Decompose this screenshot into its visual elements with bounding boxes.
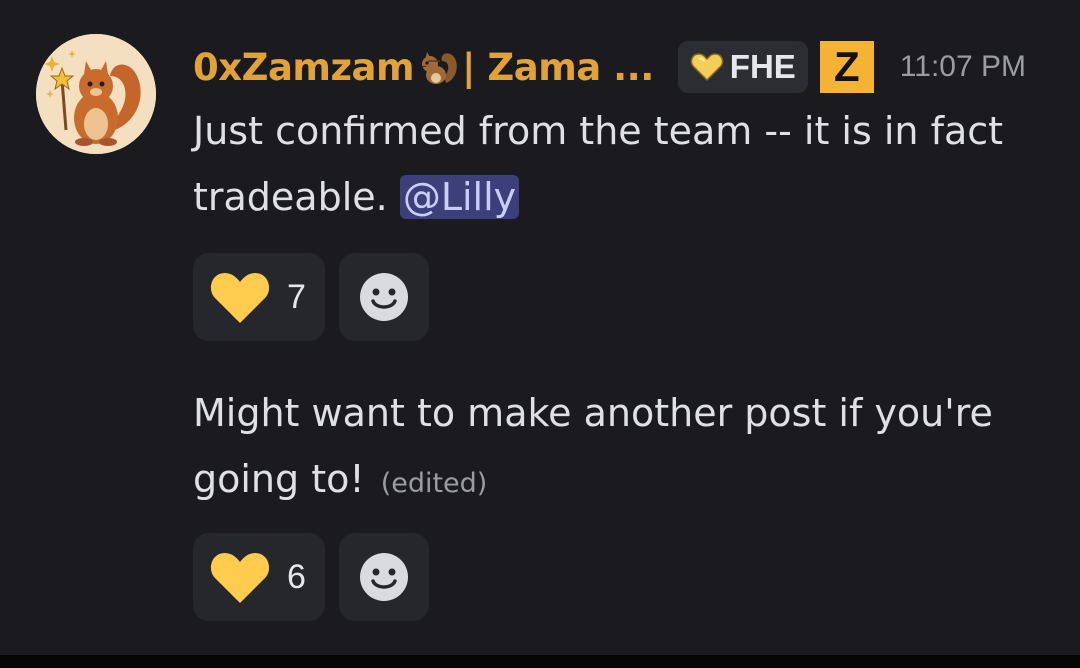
user-avatar[interactable]: [36, 34, 156, 154]
user-mention[interactable]: @Lilly: [399, 175, 520, 219]
message-text: Might want to make another post if you'r…: [193, 391, 993, 501]
message-content-2: Might want to make another post if you'r…: [193, 380, 1023, 517]
username[interactable]: 0xZamzam | Zama ...: [193, 46, 654, 89]
username-suffix: | Zama ...: [462, 45, 654, 89]
message-header: 0xZamzam | Zama ... FHE Z 11:07 PM: [193, 40, 1026, 94]
yellow-heart-icon: [210, 553, 270, 603]
reaction-bar-1: 7: [193, 253, 429, 341]
reaction-yellow-heart[interactable]: 6: [193, 533, 325, 621]
edited-label: (edited): [380, 468, 488, 499]
message-timestamp[interactable]: 11:07 PM: [900, 50, 1026, 84]
message-content-1: Just confirmed from the team -- it is in…: [193, 98, 1023, 230]
role-icon[interactable]: Z: [819, 41, 874, 93]
bottom-edge-bar: [0, 655, 1080, 668]
add-reaction-button[interactable]: [339, 533, 429, 621]
username-prefix: 0xZamzam: [193, 45, 415, 89]
squirrel-avatar-icon: [36, 34, 156, 154]
chipmunk-emoji-icon: [416, 47, 460, 87]
reaction-count: 6: [287, 557, 306, 596]
reaction-yellow-heart[interactable]: 7: [193, 253, 325, 341]
message-text: Just confirmed from the team -- it is in…: [193, 109, 1004, 219]
gold-heart-icon: [690, 53, 724, 82]
reaction-count: 7: [287, 277, 306, 316]
server-tag-label: FHE: [729, 48, 796, 85]
yellow-heart-icon: [210, 273, 270, 323]
add-reaction-button[interactable]: [339, 253, 429, 341]
server-tag-badge[interactable]: FHE: [677, 41, 808, 93]
reaction-bar-2: 6: [193, 533, 429, 621]
smiley-face-icon: [360, 273, 408, 321]
smiley-face-icon: [360, 553, 408, 601]
role-icon-letter: Z: [833, 43, 860, 90]
